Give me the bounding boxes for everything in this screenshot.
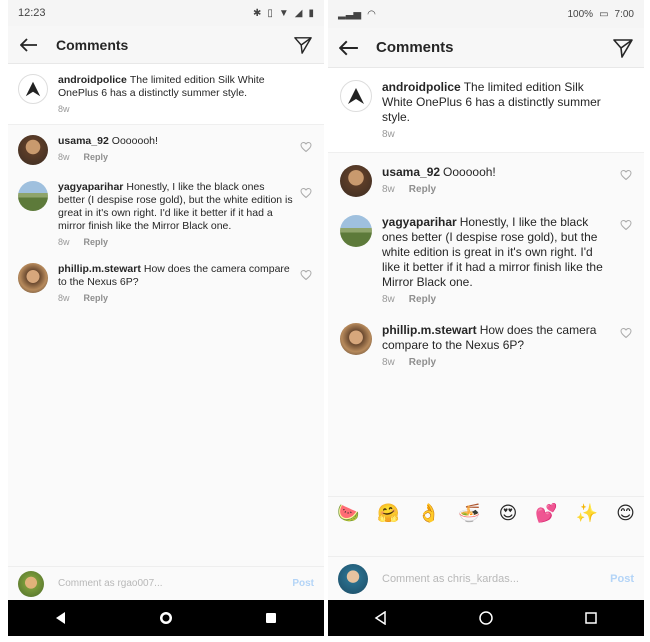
heart-icon[interactable] [620,327,632,339]
nav-back-icon[interactable] [54,611,68,625]
comment-username[interactable]: usama_92 [58,135,109,147]
system-nav-bar [8,600,324,636]
vibrate-icon: ▯ [267,7,273,19]
comment-age: 8w [382,184,395,195]
page-title: Comments [376,39,454,56]
avatar[interactable] [18,135,48,165]
battery-icon: ▮ [308,7,314,19]
signal-icon: ▂▃▅ [338,8,362,20]
status-right: 100% ▭ 7:00 [568,9,635,20]
comment-item: usama_92 Ooooooh! 8w Reply [328,153,644,203]
signal-icon: ◢ [294,7,303,19]
nav-back-icon[interactable] [374,611,388,625]
heart-icon[interactable] [300,269,312,281]
comment-item: phillip.m.stewart How does the camera com… [328,311,644,374]
emoji-heart-eyes[interactable]: 😍 [499,503,518,524]
comment-input[interactable]: Comment as rgao007... [58,578,292,589]
comment-username[interactable]: yagyaparihar [58,181,123,193]
avatar[interactable] [18,263,48,293]
status-bar: 12:23 ✱ ▯ ▼ ◢ ▮ [8,0,324,26]
battery-percent: 100% [567,8,594,20]
comment-composer: Comment as chris_kardas... Post [328,556,644,600]
bluetooth-icon: ✱ [252,7,262,19]
comment-item: phillip.m.stewart How does the camera com… [8,253,324,309]
comment-age: 8w [58,237,70,247]
emoji-noodles[interactable]: 🍜 [458,503,480,524]
comment-text: Ooooooh! [443,165,496,179]
app-bar: Comments [328,28,644,68]
emoji-two-hearts[interactable]: 💕 [535,503,557,524]
caption-username[interactable]: androidpolice [58,74,127,86]
status-time: 7:00 [614,8,634,20]
emoji-smile[interactable]: 😊 [616,503,635,524]
comment-username[interactable]: usama_92 [382,165,440,179]
post-button[interactable]: Post [610,573,634,585]
androidpolice-logo-icon[interactable] [340,80,372,112]
post-caption: androidpolice The limited edition Silk Wh… [8,64,324,125]
comment-item: usama_92 Ooooooh! 8w Reply [8,125,324,171]
emoji-hugging[interactable]: 🤗 [377,503,399,524]
nav-recents-icon[interactable] [584,611,598,625]
comment-age: 8w [382,357,395,368]
heart-icon[interactable] [300,187,312,199]
comment-age: 8w [382,294,395,305]
androidpolice-logo-icon[interactable] [18,74,48,104]
comment-text: Ooooooh! [111,135,158,147]
avatar [338,563,368,594]
comment-composer: Comment as rgao007... Post [8,566,324,600]
comment-username[interactable]: phillip.m.stewart [382,323,477,337]
status-left-icons: ▂▃▅ ◠ [338,9,376,20]
caption-age: 8w [58,104,70,114]
reply-button[interactable]: Reply [84,293,109,303]
comment-input[interactable]: Comment as chris_kardas... [382,573,610,585]
comment-username[interactable]: phillip.m.stewart [58,263,141,275]
reply-button[interactable]: Reply [409,357,436,368]
nav-recents-icon[interactable] [264,611,278,625]
nav-home-icon[interactable] [159,611,173,625]
avatar[interactable] [340,165,372,197]
reply-button[interactable]: Reply [409,294,436,305]
comment-item: yagyaparihar Honestly, I like the black o… [8,171,324,253]
heart-icon[interactable] [620,219,632,231]
back-arrow-icon[interactable] [338,37,360,59]
nav-home-icon[interactable] [479,611,493,625]
phone-right: ▂▃▅ ◠ 100% ▭ 7:00 Comments androidpolice… [328,0,644,636]
comment-item: yagyaparihar Honestly, I like the black o… [328,203,644,311]
post-button[interactable]: Post [292,578,314,589]
caption-age: 8w [382,129,395,140]
reply-button[interactable]: Reply [409,184,436,195]
battery-icon: ▭ [599,8,609,20]
emoji-quick-bar: 🍉 🤗 👌 🍜 😍 💕 ✨ 😊 [328,496,644,530]
wifi-icon: ◠ [367,8,376,20]
wifi-icon: ▼ [278,7,289,19]
comment-age: 8w [58,152,70,162]
emoji-sparkles[interactable]: ✨ [576,503,598,524]
back-arrow-icon[interactable] [18,34,40,56]
reply-button[interactable]: Reply [84,237,109,247]
reply-button[interactable]: Reply [84,152,109,162]
page-title: Comments [56,36,129,53]
phone-left: 12:23 ✱ ▯ ▼ ◢ ▮ Comments androidpolice Th… [8,0,324,636]
emoji-watermelon[interactable]: 🍉 [337,503,359,524]
direct-send-icon[interactable] [612,37,634,59]
comment-age: 8w [58,293,70,303]
direct-send-icon[interactable] [292,34,314,56]
status-time: 12:23 [18,7,46,19]
system-nav-bar [328,600,644,636]
app-bar: Comments [8,26,324,64]
comment-username[interactable]: yagyaparihar [382,215,457,229]
heart-icon[interactable] [620,169,632,181]
status-bar: ▂▃▅ ◠ 100% ▭ 7:00 [328,0,644,28]
avatar[interactable] [340,215,372,247]
post-caption: androidpolice The limited edition Silk Wh… [328,68,644,153]
avatar [18,570,44,597]
avatar[interactable] [340,323,372,355]
caption-username[interactable]: androidpolice [382,80,461,94]
heart-icon[interactable] [300,141,312,153]
emoji-ok-hand[interactable]: 👌 [418,503,440,524]
avatar[interactable] [18,181,48,211]
status-icons: ✱ ▯ ▼ ◢ ▮ [253,8,314,19]
